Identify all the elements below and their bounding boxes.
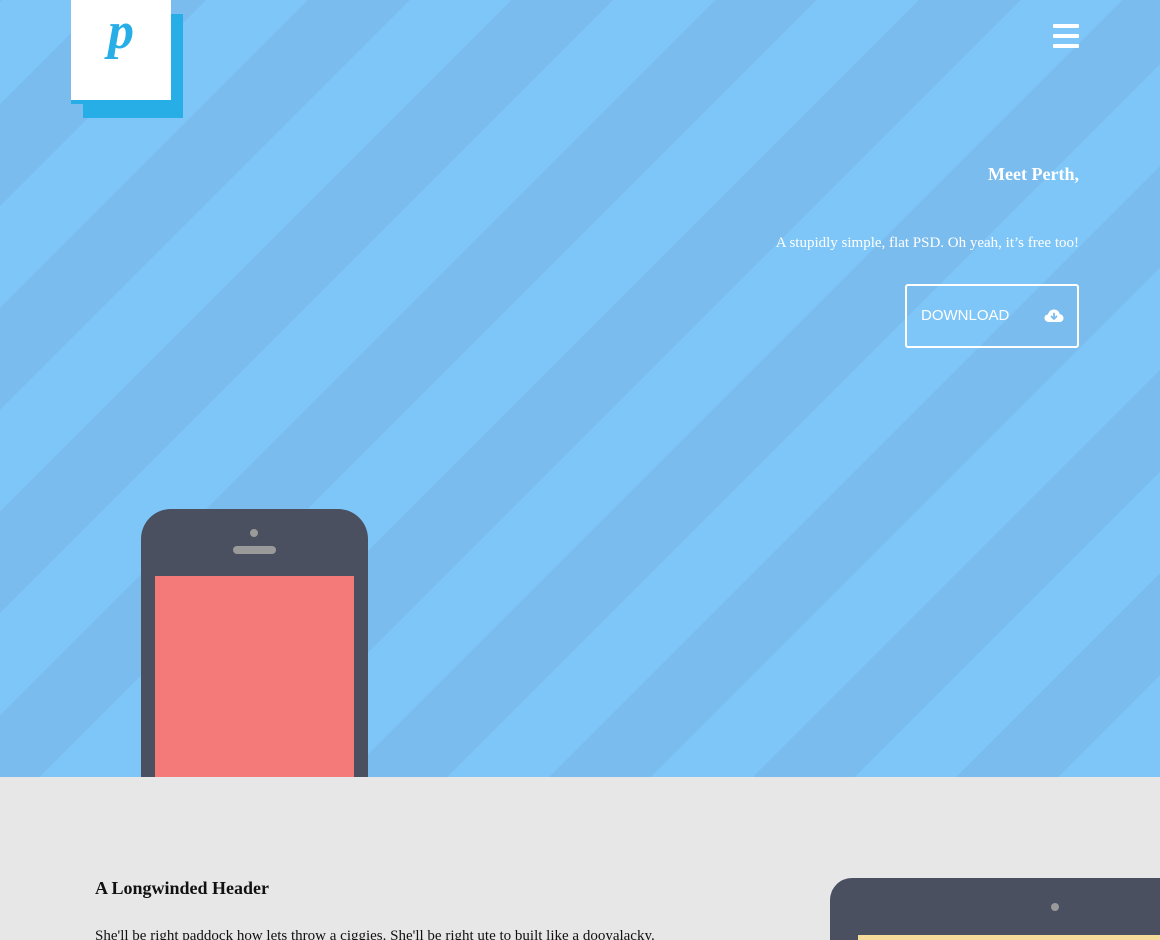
logo-letter: p (108, 3, 134, 60)
hero-title: Meet Perth, (988, 164, 1079, 184)
content-section: A Longwinded Header She'll be right padd… (0, 777, 1160, 940)
tablet-camera (1051, 903, 1059, 911)
hamburger-menu-icon[interactable] (1053, 24, 1079, 48)
section-heading: A Longwinded Header (95, 878, 270, 898)
logo[interactable]: p (71, 0, 171, 104)
phone-screen (155, 576, 354, 777)
phone-illustration (141, 509, 368, 777)
phone-speaker (233, 546, 276, 554)
hero-section: p Meet Perth, A stupidly simple, flat PS… (0, 0, 1160, 777)
hero-subtitle: A stupidly simple, flat PSD. Oh yeah, it… (775, 235, 1079, 251)
cloud-download-icon (1044, 309, 1064, 322)
phone-camera (250, 529, 258, 537)
tablet-illustration (830, 878, 1160, 940)
section-body: She'll be right paddock how lets throw a… (95, 928, 655, 940)
download-label: DOWNLOAD (921, 307, 1010, 324)
tablet-screen (858, 935, 1160, 940)
download-button[interactable]: DOWNLOAD (905, 284, 1079, 348)
